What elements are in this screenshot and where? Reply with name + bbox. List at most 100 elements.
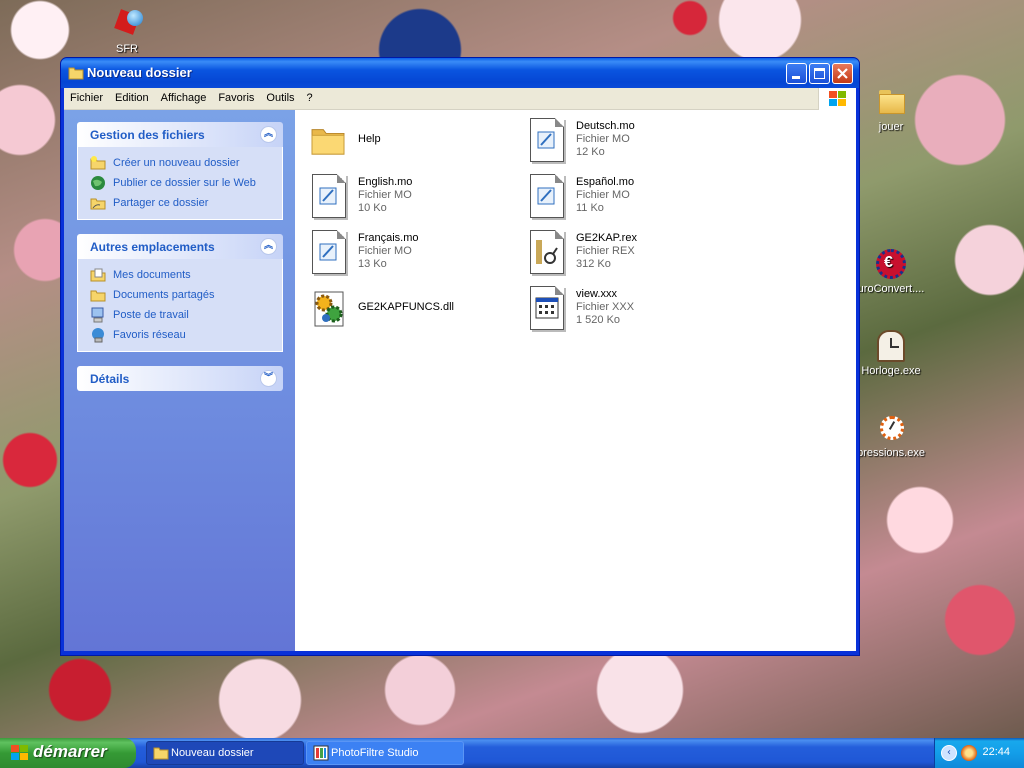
file-item-ge2kap-rex[interactable]: GE2KAP.rex Fichier REX 312 Ko xyxy=(519,228,734,278)
file-tasks-title: Gestion des fichiers xyxy=(90,128,205,142)
other-places-header[interactable]: Autres emplacements ︽ xyxy=(77,234,283,259)
file-name: GE2KAP.rex xyxy=(576,232,637,244)
folder-icon xyxy=(875,86,907,118)
close-button[interactable] xyxy=(832,63,853,84)
file-name: Deutsch.mo xyxy=(576,120,635,132)
start-button[interactable]: démarrer xyxy=(0,738,136,768)
details-title: Détails xyxy=(90,372,130,386)
desktop-icon-label: pressions.exe xyxy=(857,447,925,459)
windows-logo-icon xyxy=(818,88,856,110)
collapse-chevron-icon[interactable]: ︽ xyxy=(260,126,277,143)
file-item-deutsch[interactable]: Deutsch.mo Fichier MO 12 Ko xyxy=(519,116,734,166)
taskbar-item-label: PhotoFiltre Studio xyxy=(331,747,419,759)
file-item-help[interactable]: Help xyxy=(301,116,516,166)
details-header[interactable]: Détails ︾ xyxy=(77,366,283,391)
file-size: 11 Ko xyxy=(576,202,604,214)
link-label: Documents partagés xyxy=(113,289,215,301)
maximize-button[interactable] xyxy=(809,63,830,84)
folder-icon xyxy=(153,747,169,760)
taskbar-item-label: Nouveau dossier xyxy=(171,747,254,759)
new-folder-icon xyxy=(90,155,106,171)
shared-documents-link[interactable]: Documents partagés xyxy=(90,285,274,305)
gauge-icon xyxy=(875,412,907,444)
network-places-link[interactable]: Favoris réseau xyxy=(90,325,274,345)
menu-help[interactable]: ? xyxy=(301,88,319,110)
file-item-english[interactable]: English.mo Fichier MO 10 Ko xyxy=(301,172,516,222)
file-name: Help xyxy=(358,133,381,145)
file-type: Fichier MO xyxy=(358,245,412,257)
desktop-icon-label: SFR xyxy=(116,43,138,55)
file-type: Fichier MO xyxy=(358,189,412,201)
my-documents-link[interactable]: Mes documents xyxy=(90,265,274,285)
link-label: Mes documents xyxy=(113,269,191,281)
shared-folder-icon xyxy=(90,287,106,303)
file-type: Fichier REX xyxy=(576,245,635,257)
window-titlebar[interactable]: Nouveau dossier xyxy=(61,58,859,88)
link-label: Favoris réseau xyxy=(113,329,186,341)
mo-file-icon xyxy=(309,174,349,220)
taskbar-item-photofiltre[interactable]: PhotoFiltre Studio xyxy=(306,741,464,765)
publish-web-link[interactable]: Publier ce dossier sur le Web xyxy=(90,173,274,193)
expand-chevron-icon[interactable]: ︾ xyxy=(260,370,277,387)
file-item-espanol[interactable]: Español.mo Fichier MO 11 Ko xyxy=(519,172,734,222)
system-tray: ‹ 22:44 xyxy=(934,738,1024,768)
desktop-icon-sfr[interactable]: SFR xyxy=(92,8,162,55)
windows-logo-icon xyxy=(11,745,28,760)
menu-outils[interactable]: Outils xyxy=(260,88,300,110)
create-folder-link[interactable]: Créer un nouveau dossier xyxy=(90,153,274,173)
show-hidden-icons-button[interactable]: ‹ xyxy=(941,745,957,761)
file-name: English.mo xyxy=(358,176,413,188)
xxx-file-icon xyxy=(527,286,567,332)
menu-edition[interactable]: Edition xyxy=(109,88,155,110)
sfr-globe-icon xyxy=(111,8,143,40)
desktop-icon-euroconvert[interactable]: € uroConvert.... xyxy=(856,248,926,295)
task-pane: Gestion des fichiers ︽ Créer un nouveau … xyxy=(64,110,295,651)
menu-fichier[interactable]: Fichier xyxy=(64,88,109,110)
minimize-button[interactable] xyxy=(786,63,807,84)
file-item-ge2kapfuncs-dll[interactable]: GE2KAPFUNCS.dll xyxy=(301,284,516,334)
file-tasks-box: Gestion des fichiers ︽ Créer un nouveau … xyxy=(77,122,283,220)
link-label: Poste de travail xyxy=(113,309,189,321)
close-icon xyxy=(837,68,848,79)
collapse-chevron-icon[interactable]: ︽ xyxy=(260,238,277,255)
file-size: 312 Ko xyxy=(576,258,611,270)
details-box: Détails ︾ xyxy=(77,366,283,391)
desktop-icon-label: uroConvert.... xyxy=(857,283,925,295)
start-label: démarrer xyxy=(33,742,107,761)
file-type: Fichier MO xyxy=(576,133,630,145)
folder-icon xyxy=(309,118,349,164)
link-label: Créer un nouveau dossier xyxy=(113,157,240,169)
desktop-icon-jouer[interactable]: jouer xyxy=(856,86,926,133)
clock-icon xyxy=(875,330,907,362)
dll-gear-icon xyxy=(309,286,349,332)
my-computer-link[interactable]: Poste de travail xyxy=(90,305,274,325)
desktop-icon-pressions[interactable]: pressions.exe xyxy=(856,412,926,459)
taskbar-item-explorer[interactable]: Nouveau dossier xyxy=(146,741,304,765)
share-folder-link[interactable]: Partager ce dossier xyxy=(90,193,274,213)
file-item-francais[interactable]: Français.mo Fichier MO 13 Ko xyxy=(301,228,516,278)
tray-app-icon[interactable] xyxy=(961,745,977,761)
mo-file-icon xyxy=(527,174,567,220)
taskbar: démarrer Nouveau dossier PhotoFiltre Stu… xyxy=(0,738,1024,768)
explorer-window: Nouveau dossier Fichier Edition Affichage F… xyxy=(60,57,860,656)
other-places-title: Autres emplacements xyxy=(90,240,215,254)
photofiltre-icon xyxy=(313,745,329,761)
file-name: Français.mo xyxy=(358,232,419,244)
desktop-icon-horloge[interactable]: Horloge.exe xyxy=(856,330,926,377)
window-title: Nouveau dossier xyxy=(87,65,192,80)
file-list: Help Deutsch.mo Fichier MO 12 Ko English… xyxy=(295,110,856,651)
desktop-icon-label: jouer xyxy=(878,121,904,133)
file-tasks-header[interactable]: Gestion des fichiers ︽ xyxy=(77,122,283,147)
file-item-view-xxx[interactable]: view.xxx Fichier XXX 1 520 Ko xyxy=(519,284,734,334)
my-documents-icon xyxy=(90,267,106,283)
file-name: GE2KAPFUNCS.dll xyxy=(358,301,454,313)
menu-favoris[interactable]: Favoris xyxy=(212,88,260,110)
other-places-box: Autres emplacements ︽ Mes documents Docu… xyxy=(77,234,283,352)
desktop-icon-label: Horloge.exe xyxy=(861,365,921,377)
network-globe-icon xyxy=(90,327,106,343)
file-size: 10 Ko xyxy=(358,202,387,214)
file-name: Español.mo xyxy=(576,176,635,188)
file-type: Fichier MO xyxy=(576,189,630,201)
menu-affichage[interactable]: Affichage xyxy=(155,88,213,110)
globe-icon xyxy=(90,175,106,191)
